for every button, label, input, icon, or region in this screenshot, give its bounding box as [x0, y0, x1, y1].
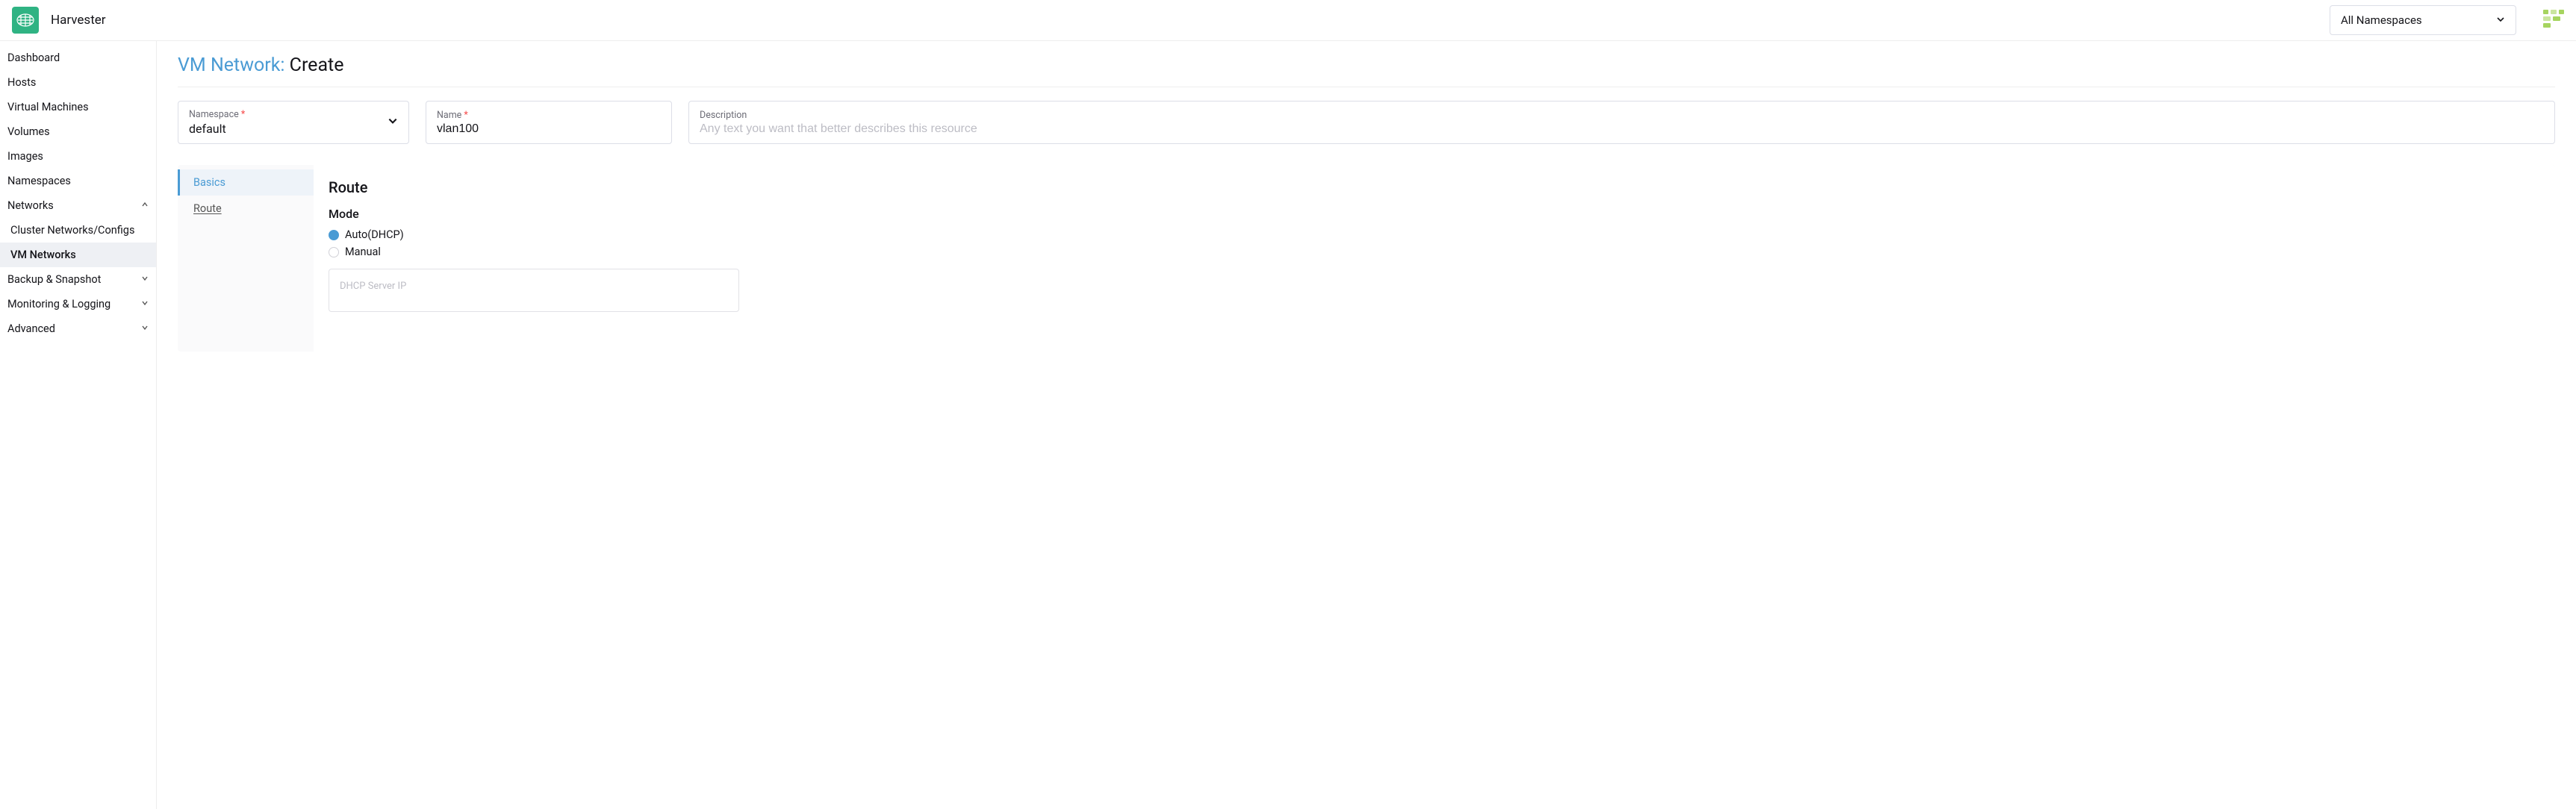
- sidebar-item-vm-networks[interactable]: VM Networks: [0, 243, 156, 267]
- namespace-value: default: [189, 122, 398, 136]
- harvester-logo-icon[interactable]: [12, 7, 39, 34]
- main-content: VM Network: Create Namespace * default N…: [157, 41, 2576, 809]
- page-title: VM Network: Create: [178, 54, 2555, 76]
- description-input[interactable]: [700, 122, 2544, 136]
- page-title-action: Create: [290, 54, 344, 76]
- brand-title: Harvester: [51, 13, 106, 28]
- name-label: Name *: [437, 110, 661, 121]
- namespace-selector[interactable]: All Namespaces: [2330, 5, 2516, 35]
- sidebar-item-backup-snapshot[interactable]: Backup & Snapshot: [0, 267, 156, 292]
- chevron-up-icon: [141, 201, 149, 210]
- tab-panel: Basics Route Route Mode Auto(DHCP) Manua…: [178, 165, 2555, 352]
- sidebar-item-volumes[interactable]: Volumes: [0, 119, 156, 144]
- sidebar-item-images[interactable]: Images: [0, 144, 156, 169]
- sidebar-item-advanced[interactable]: Advanced: [0, 316, 156, 341]
- sidebar-item-networks[interactable]: Networks: [0, 193, 156, 218]
- metadata-row: Namespace * default Name * Description: [178, 101, 2555, 144]
- sidebar-item-monitoring-logging[interactable]: Monitoring & Logging: [0, 292, 156, 316]
- dhcp-server-ip-placeholder: DHCP Server IP: [340, 281, 406, 292]
- namespace-label: Namespace *: [189, 109, 398, 120]
- tab-content: Route Mode Auto(DHCP) Manual DHCP Server…: [314, 165, 2555, 352]
- namespace-field[interactable]: Namespace * default: [178, 101, 409, 144]
- mode-option-auto[interactable]: Auto(DHCP): [329, 228, 2540, 241]
- page-title-type[interactable]: VM Network:: [178, 54, 284, 76]
- rancher-logo-icon[interactable]: [2543, 10, 2564, 31]
- sidebar-item-namespaces[interactable]: Namespaces: [0, 169, 156, 193]
- chevron-down-icon: [141, 299, 149, 309]
- tab-list: Basics Route: [178, 165, 314, 352]
- sidebar-item-dashboard[interactable]: Dashboard: [0, 46, 156, 70]
- radio-unchecked-icon: [329, 247, 339, 257]
- chevron-down-icon: [2496, 15, 2505, 26]
- top-bar: Harvester All Namespaces: [0, 0, 2576, 41]
- tab-route[interactable]: Route: [178, 196, 314, 222]
- name-input[interactable]: [437, 122, 661, 136]
- mode-label: Mode: [329, 207, 2540, 221]
- mode-option-auto-label: Auto(DHCP): [345, 228, 404, 241]
- description-field[interactable]: Description: [688, 101, 2555, 144]
- sidebar: Dashboard Hosts Virtual Machines Volumes…: [0, 41, 157, 809]
- name-field[interactable]: Name *: [426, 101, 672, 144]
- tab-basics[interactable]: Basics: [178, 169, 314, 196]
- mode-option-manual[interactable]: Manual: [329, 246, 2540, 258]
- route-section-title: Route: [329, 178, 2540, 196]
- radio-checked-icon: [329, 230, 339, 240]
- sidebar-item-hosts[interactable]: Hosts: [0, 70, 156, 95]
- chevron-down-icon: [388, 116, 398, 129]
- sidebar-item-virtual-machines[interactable]: Virtual Machines: [0, 95, 156, 119]
- mode-option-manual-label: Manual: [345, 246, 381, 258]
- sidebar-item-cluster-networks[interactable]: Cluster Networks/Configs: [0, 218, 156, 243]
- chevron-down-icon: [141, 275, 149, 284]
- description-label: Description: [700, 110, 2544, 121]
- chevron-down-icon: [141, 324, 149, 334]
- dhcp-server-ip-field[interactable]: DHCP Server IP: [329, 269, 739, 312]
- namespace-selector-value: All Namespaces: [2341, 13, 2422, 27]
